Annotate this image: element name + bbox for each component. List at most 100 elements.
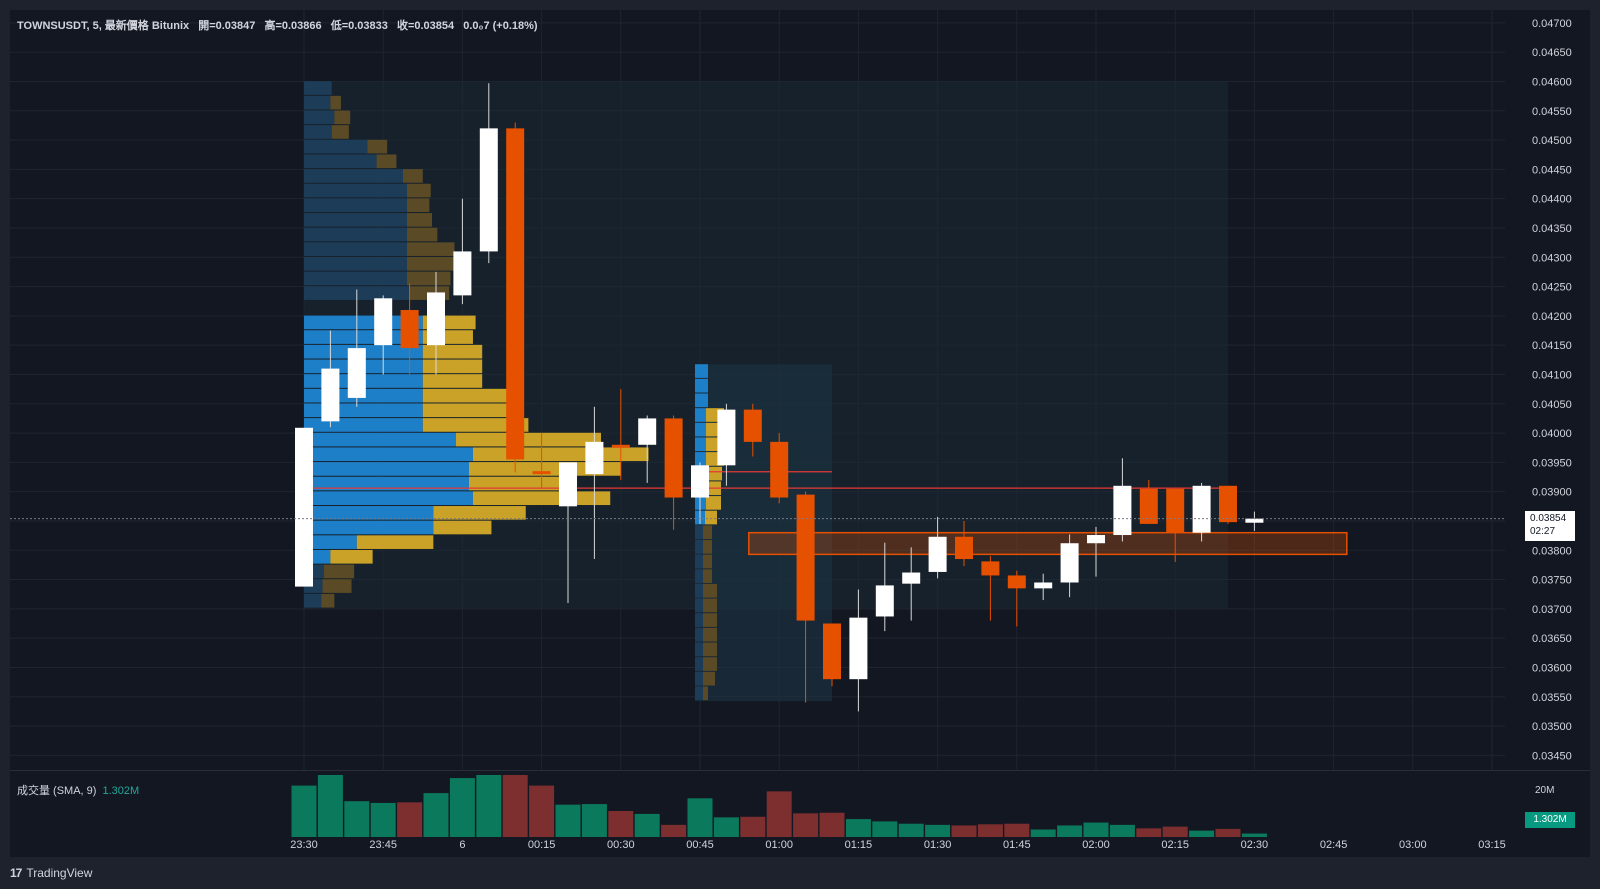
profile-bar-down bbox=[406, 271, 451, 286]
profile-bar-down bbox=[703, 686, 708, 701]
volume-bar bbox=[1215, 828, 1241, 837]
chart-canvas[interactable]: 0.04700 0.04650 0.04600 0.04550 0.04500 0.044… bbox=[0, 0, 1600, 889]
profile-bar-down bbox=[703, 627, 717, 642]
profile-bar-up bbox=[304, 110, 335, 125]
brand-name: TradingView bbox=[26, 866, 93, 880]
profile-bar-up bbox=[695, 393, 708, 408]
profile-bar-up bbox=[695, 671, 703, 686]
price-axis-label: 0.03800 bbox=[1532, 545, 1572, 557]
profile-bar-up bbox=[304, 242, 407, 256]
volume-bar bbox=[502, 775, 528, 837]
profile-bar-down bbox=[472, 447, 649, 462]
candle-body bbox=[981, 561, 1000, 576]
profile-bar-up bbox=[695, 378, 708, 393]
profile-bar-down bbox=[703, 583, 717, 598]
volume-bar bbox=[766, 791, 792, 837]
volume-bar bbox=[344, 801, 370, 837]
volume-bar bbox=[740, 816, 766, 837]
candle-body bbox=[1166, 488, 1185, 533]
time-axis-label: 23:45 bbox=[369, 839, 397, 851]
time-axis-label: 03:15 bbox=[1478, 839, 1506, 851]
time-axis-label: 02:15 bbox=[1161, 839, 1189, 851]
profile-bar-up bbox=[304, 447, 473, 462]
candle-body bbox=[295, 427, 313, 587]
profile-bar-up bbox=[695, 583, 703, 598]
price-axis-label: 0.04200 bbox=[1532, 311, 1572, 323]
candle-body bbox=[849, 617, 868, 680]
candle-body bbox=[770, 441, 789, 498]
volume-bar bbox=[793, 813, 819, 837]
volume-bar bbox=[898, 823, 924, 837]
volume-indicator-label[interactable]: 成交量 (SMA, 9) bbox=[17, 785, 96, 797]
volume-bar bbox=[1030, 829, 1056, 837]
volume-bar bbox=[608, 811, 634, 837]
high-value: 高=0.03866 bbox=[264, 20, 322, 32]
candle-body bbox=[479, 128, 498, 252]
profile-bar-down bbox=[323, 564, 355, 579]
volume-bar bbox=[1136, 828, 1162, 837]
profile-bar-down bbox=[406, 183, 431, 198]
profile-bar-up bbox=[304, 81, 332, 95]
candle-body bbox=[611, 444, 630, 448]
last-price: 0.03854 bbox=[1530, 513, 1567, 524]
price-axis-label: 0.04150 bbox=[1532, 340, 1572, 352]
profile-bar-down bbox=[703, 642, 717, 657]
profile-bar-up bbox=[304, 95, 331, 110]
time-axis-label: 02:30 bbox=[1241, 839, 1269, 851]
volume-bar bbox=[1083, 822, 1109, 837]
profile-bar-up bbox=[304, 432, 456, 447]
volume-bar bbox=[951, 825, 977, 837]
profile-bar-down bbox=[406, 242, 455, 256]
tradingview-brand[interactable]: 17 TradingView bbox=[10, 866, 92, 880]
time-axis-label: 00:30 bbox=[607, 839, 635, 851]
candle-body bbox=[1192, 485, 1211, 533]
candle-body bbox=[928, 536, 947, 572]
candle-body bbox=[532, 471, 551, 475]
volume-bar bbox=[555, 804, 581, 837]
profile-bar-up bbox=[304, 198, 407, 213]
profile-bar-up bbox=[695, 642, 703, 657]
profile-bar-up bbox=[695, 657, 703, 671]
price-axis-background bbox=[1505, 10, 1590, 837]
profile-bar-down bbox=[703, 554, 712, 569]
price-axis-label: 0.03550 bbox=[1532, 692, 1572, 704]
candle-body bbox=[638, 418, 657, 445]
chart-frame: 0.04700 0.04650 0.04600 0.04550 0.04500 0.044… bbox=[0, 0, 1600, 889]
profile-bar-up bbox=[695, 569, 703, 583]
profile-bar-up bbox=[304, 506, 434, 520]
profile-bar-down bbox=[422, 344, 483, 359]
volume-bar bbox=[476, 775, 502, 837]
price-axis-label: 0.04400 bbox=[1532, 194, 1572, 206]
profile-bar-down bbox=[422, 359, 483, 374]
profile-bar-up bbox=[304, 125, 332, 139]
time-axis-label: 01:30 bbox=[924, 839, 952, 851]
profile-bar-down bbox=[334, 110, 351, 125]
profile-bar-up bbox=[304, 213, 407, 227]
volume-bar bbox=[1162, 826, 1188, 837]
candle-body bbox=[1034, 582, 1053, 589]
volume-bar bbox=[581, 804, 607, 837]
profile-bar-down bbox=[455, 432, 601, 447]
profile-bar-down bbox=[703, 540, 712, 554]
symbol-label[interactable]: TOWNSUSDT, 5, 最新價格 Bitunix bbox=[17, 20, 189, 32]
profile-bar-down bbox=[703, 613, 717, 627]
candle-body bbox=[875, 585, 894, 617]
candle-body bbox=[374, 298, 393, 346]
highlight-zone bbox=[748, 531, 1348, 556]
profile-bar-up bbox=[304, 491, 473, 506]
time-axis-label: 02:00 bbox=[1082, 839, 1110, 851]
price-axis-label: 0.04100 bbox=[1532, 369, 1572, 381]
candle-body bbox=[1060, 543, 1079, 583]
profile-bar-down bbox=[356, 535, 434, 549]
volume-bar bbox=[661, 824, 687, 837]
candle-body bbox=[1087, 535, 1105, 544]
profile-bar-down bbox=[330, 549, 373, 564]
profile-bar-down bbox=[406, 198, 430, 213]
volume-bar bbox=[1189, 830, 1215, 837]
profile-bar-down bbox=[706, 496, 721, 510]
price-axis-label: 0.04650 bbox=[1532, 47, 1572, 59]
candle-body bbox=[1219, 485, 1237, 523]
candle-body bbox=[1245, 518, 1264, 523]
profile-bar-up bbox=[304, 139, 368, 154]
profile-bar-down bbox=[331, 125, 349, 139]
